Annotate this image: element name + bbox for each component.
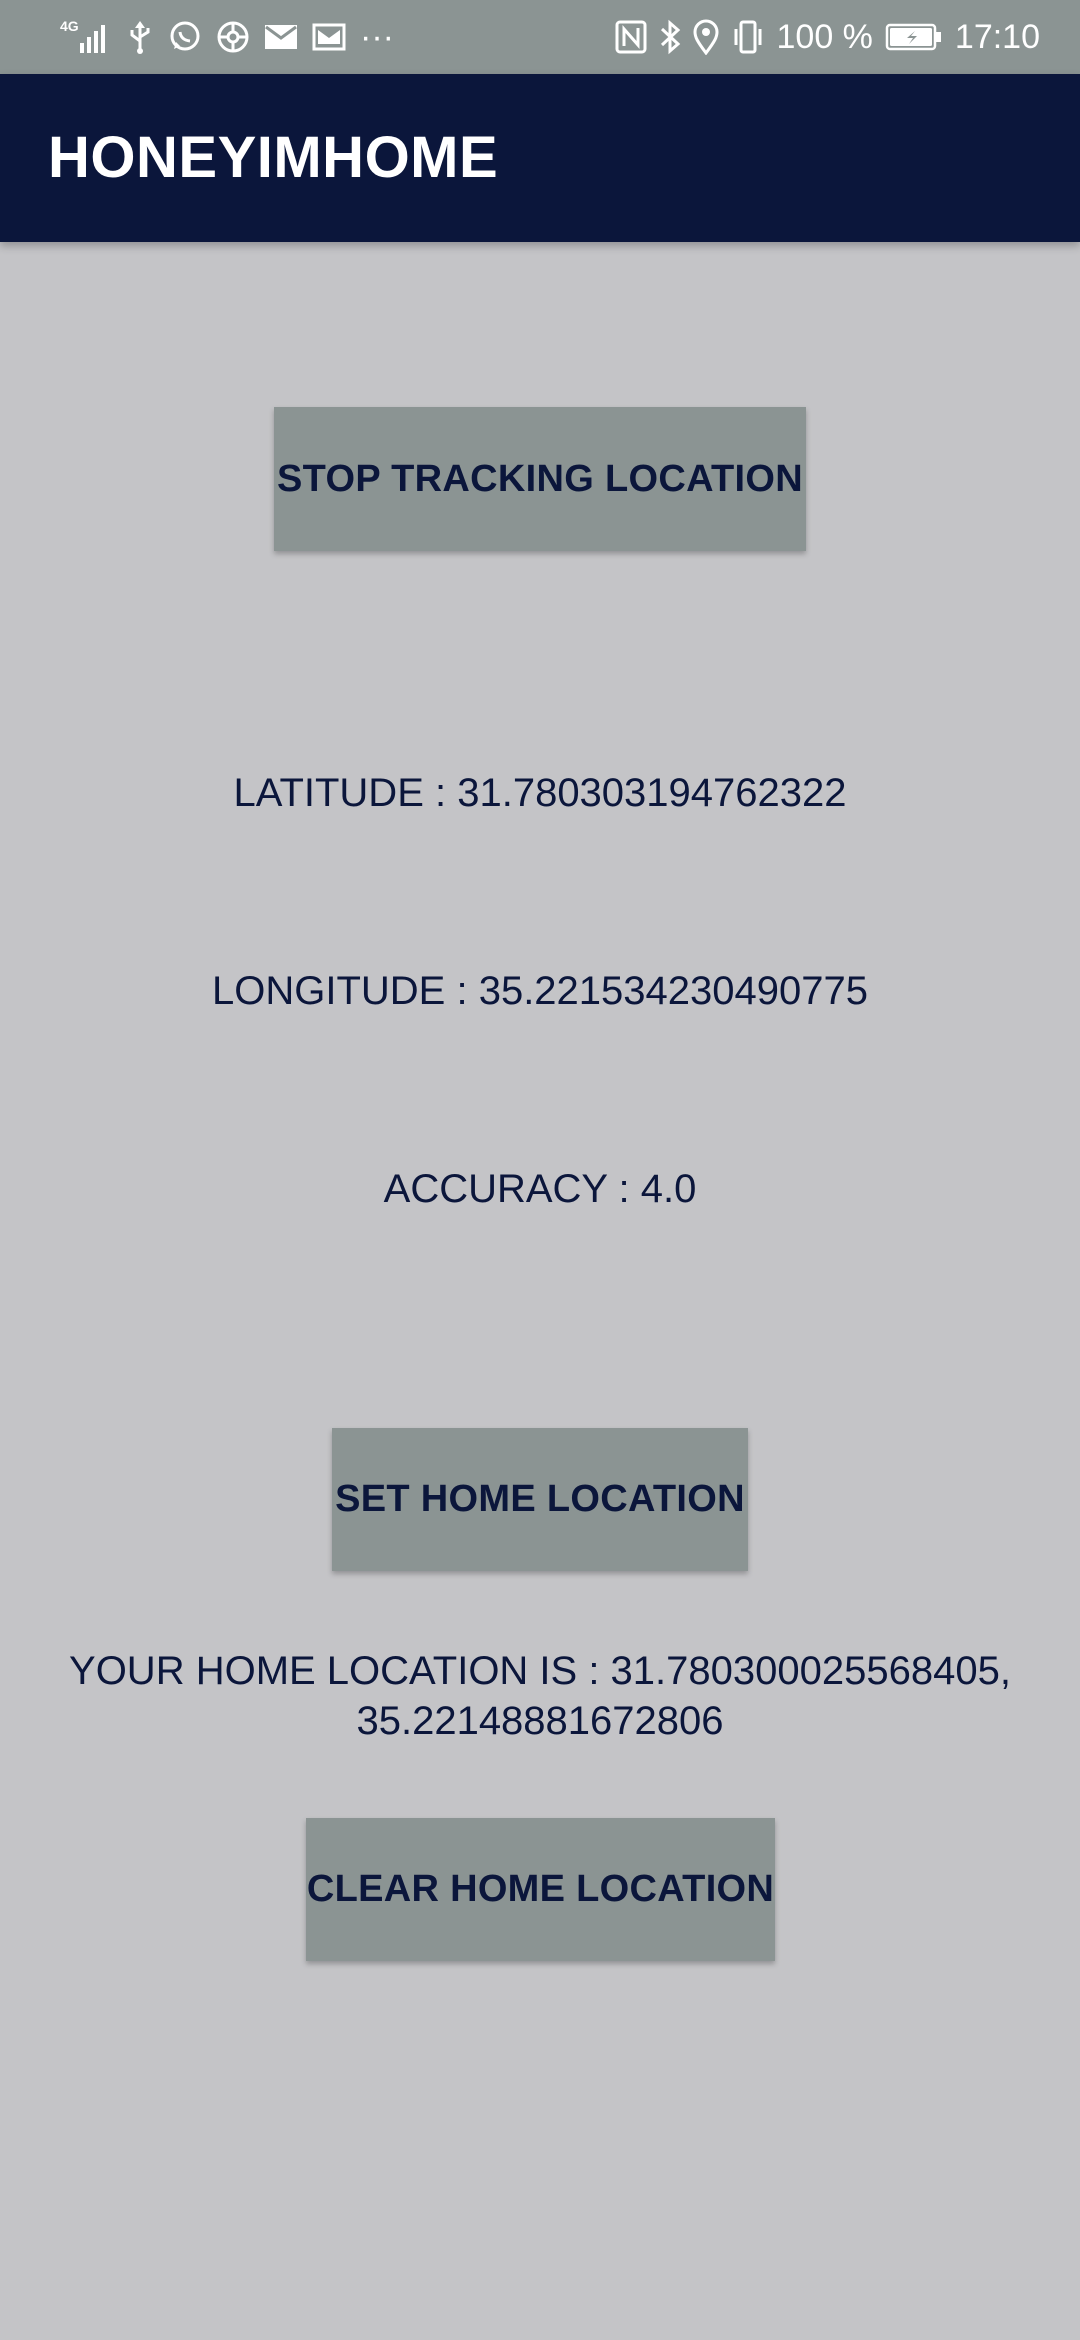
- email-icon: [264, 17, 298, 57]
- home-location-text: YOUR HOME LOCATION IS : 31.7803000255684…: [0, 1646, 1080, 1746]
- accuracy-text: ACCURACY : 4.0: [383, 1167, 697, 1211]
- home-location-line-2: 35.22148881672806: [356, 1699, 724, 1743]
- whatsapp-icon: [168, 17, 202, 57]
- status-bar: 4G ··· 100 % 17:10: [0, 0, 1080, 74]
- clock: 17:10: [954, 18, 1040, 56]
- stop-tracking-button[interactable]: STOP TRACKING LOCATION: [274, 407, 806, 551]
- nfc-icon: [615, 17, 647, 57]
- home-location-line-1: YOUR HOME LOCATION IS : 31.7803000255684…: [69, 1649, 1011, 1693]
- battery-icon: [885, 17, 943, 57]
- longitude-text: LONGITUDE : 35.221534230490775: [212, 969, 868, 1013]
- network-type-label: 4G: [60, 18, 79, 34]
- signal-icon: 4G: [60, 17, 112, 57]
- app-icon: [216, 17, 250, 57]
- app-title: HONEYIMHOME: [48, 125, 499, 190]
- more-notifications-icon: ···: [360, 18, 394, 56]
- status-left-icons: 4G ···: [60, 0, 394, 74]
- gmail-icon: [312, 17, 346, 57]
- latitude-text: LATITUDE : 31.780303194762322: [233, 771, 847, 815]
- app-bar: HONEYIMHOME: [0, 74, 1080, 242]
- usb-icon: [126, 17, 154, 57]
- bluetooth-icon: [659, 17, 681, 57]
- set-home-location-button[interactable]: SET HOME LOCATION: [332, 1428, 748, 1571]
- status-right-icons: 100 % 17:10: [615, 0, 1040, 74]
- clear-home-location-button[interactable]: CLEAR HOME LOCATION: [306, 1818, 775, 1961]
- location-icon: [692, 17, 719, 57]
- vibrate-icon: [731, 17, 765, 57]
- battery-percentage: 100 %: [776, 18, 873, 56]
